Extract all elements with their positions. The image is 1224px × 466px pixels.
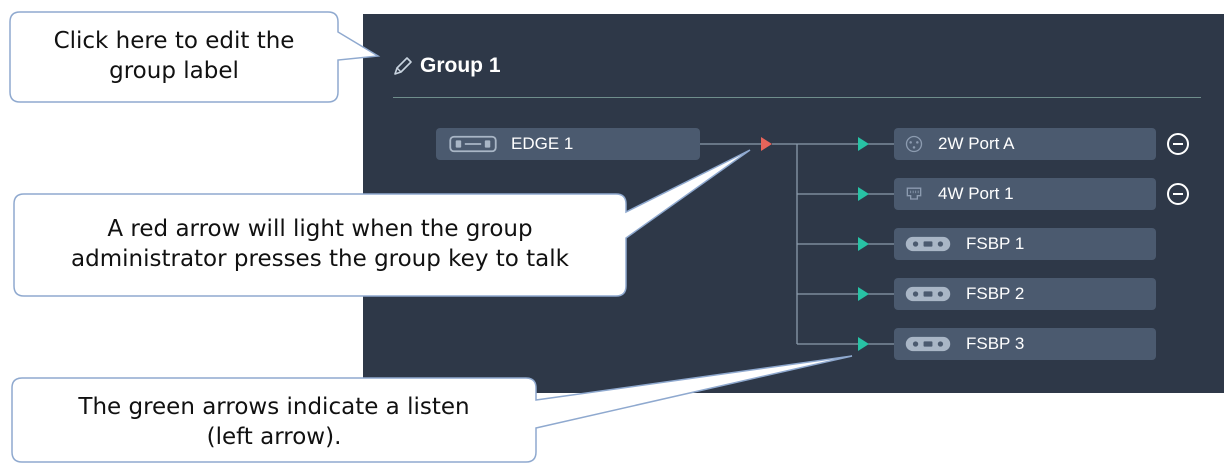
listen-arrow xyxy=(858,287,869,301)
callout-line: (left arrow). xyxy=(206,424,342,450)
callout-red-arrow-text: A red arrow will light when the group ad… xyxy=(14,214,626,274)
callout-line: A red arrow will light when the group xyxy=(107,216,533,242)
callout-line: administrator presses the group key to t… xyxy=(71,246,569,272)
callout-line: group label xyxy=(109,58,239,84)
listen-arrow xyxy=(858,337,869,351)
listen-arrow xyxy=(858,237,869,251)
callout-green-arrow-text: The green arrows indicate a listen (left… xyxy=(12,392,536,452)
listen-arrow xyxy=(858,187,869,201)
listen-arrow xyxy=(858,137,869,151)
callout-line: Click here to edit the xyxy=(53,28,295,54)
talk-arrow xyxy=(761,137,772,151)
callout-edit-label-text: Click here to edit the group label xyxy=(10,26,338,86)
callout-line: The green arrows indicate a listen xyxy=(78,394,470,420)
